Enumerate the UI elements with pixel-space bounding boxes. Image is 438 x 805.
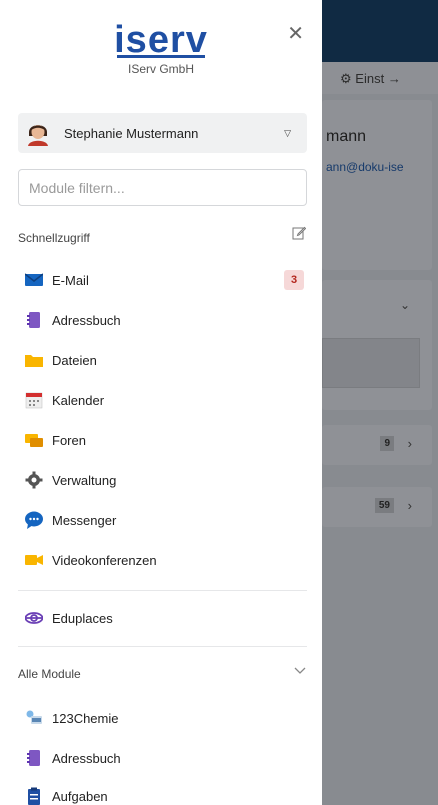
gear-icon (25, 471, 43, 489)
chevron-down-icon[interactable] (294, 667, 306, 675)
avatar (28, 125, 48, 146)
folder-icon (25, 355, 43, 367)
arrow-right-icon: → (387, 71, 401, 86)
iserv-logo: iserv (114, 22, 208, 58)
quick-access-item-dateien[interactable]: Dateien (0, 342, 322, 378)
quick-access-item-label: Dateien (52, 353, 97, 368)
quick-access-item-kalender[interactable]: Kalender (0, 382, 322, 418)
quick-access-item-adressbuch[interactable]: Adressbuch (0, 302, 322, 338)
module-item-aufgaben[interactable]: Aufgaben (0, 778, 322, 805)
settings-icon: ⚙ (340, 71, 352, 86)
close-icon[interactable]: ✕ (287, 24, 304, 44)
edit-icon[interactable] (292, 226, 306, 240)
background-count-row: 59 › (322, 487, 432, 527)
background-toolbar: ⚙ Einst → (322, 62, 438, 94)
nav-item-eduplaces[interactable]: Eduplaces (0, 600, 322, 636)
video-camera-icon (25, 555, 43, 565)
navigation-drawer: iserv IServ GmbH ✕ Stephanie Mustermann … (0, 0, 322, 805)
quick-access-item-label: Messenger (52, 513, 117, 528)
eduplaces-icon (25, 612, 43, 624)
quick-access-item-verwaltung[interactable]: Verwaltung (0, 462, 322, 498)
background-collapsible-card: ⌄ (322, 280, 432, 410)
background-inner-box (322, 338, 420, 388)
calendar-icon (25, 392, 43, 409)
quick-access-item-label: Verwaltung (52, 473, 117, 488)
background-profile-card: mann ann@doku-ise (322, 100, 432, 270)
user-name: Stephanie Mustermann (64, 126, 199, 141)
quick-access-item-messenger[interactable]: Messenger (0, 502, 322, 538)
quick-access-item-label: Videokonferenzen (52, 553, 157, 568)
module-item-123chemie[interactable]: 123Chemie (0, 700, 322, 736)
user-menu[interactable]: Stephanie Mustermann ▽ (18, 113, 307, 153)
all-modules-title: Alle Module (18, 667, 81, 681)
unread-count-badge: 3 (284, 270, 304, 290)
quick-access-item-label: Adressbuch (52, 313, 121, 328)
module-item-label: Adressbuch (52, 751, 121, 766)
chevron-right-icon: › (407, 498, 412, 513)
chemie-icon (26, 710, 42, 724)
brand: iserv IServ GmbH (0, 22, 322, 76)
quick-access-item-label: E-Mail (52, 273, 89, 288)
module-item-label: Aufgaben (52, 789, 108, 804)
caret-down-icon: ▽ (284, 128, 291, 138)
quick-access-item-label: Foren (52, 433, 86, 448)
background-count-badge: 9 (380, 436, 394, 451)
company-name: IServ GmbH (127, 62, 194, 76)
chat-bubble-icon (25, 511, 43, 529)
quick-access-item-videokonferenzen[interactable]: Videokonferenzen (0, 542, 322, 578)
mail-icon (25, 273, 43, 286)
module-item-label: 123Chemie (52, 711, 119, 726)
module-item-adressbuch[interactable]: Adressbuch (0, 740, 322, 776)
background-count-badge: 59 (374, 498, 394, 513)
chevron-down-icon: ⌄ (399, 298, 410, 312)
quick-access-item-email[interactable]: E-Mail 3 (0, 262, 322, 298)
module-filter-input[interactable] (18, 169, 307, 206)
tasks-icon (28, 787, 40, 805)
background-count-row: 9 › (322, 425, 432, 465)
forum-icon (25, 434, 43, 447)
divider (18, 646, 307, 647)
background-profile-email: ann@doku-ise (326, 160, 404, 174)
background-profile-name: mann (326, 128, 367, 145)
quick-access-item-foren[interactable]: Foren (0, 422, 322, 458)
svg-text:iserv: iserv (114, 22, 208, 58)
chevron-right-icon: › (407, 436, 412, 451)
nav-item-label: Eduplaces (52, 611, 113, 626)
quick-access-title: Schnellzugriff (18, 231, 90, 245)
addressbook-icon (27, 750, 40, 766)
addressbook-icon (27, 312, 40, 328)
divider (18, 590, 307, 591)
settings-label: Einst (355, 71, 385, 86)
quick-access-item-label: Kalender (52, 393, 105, 408)
